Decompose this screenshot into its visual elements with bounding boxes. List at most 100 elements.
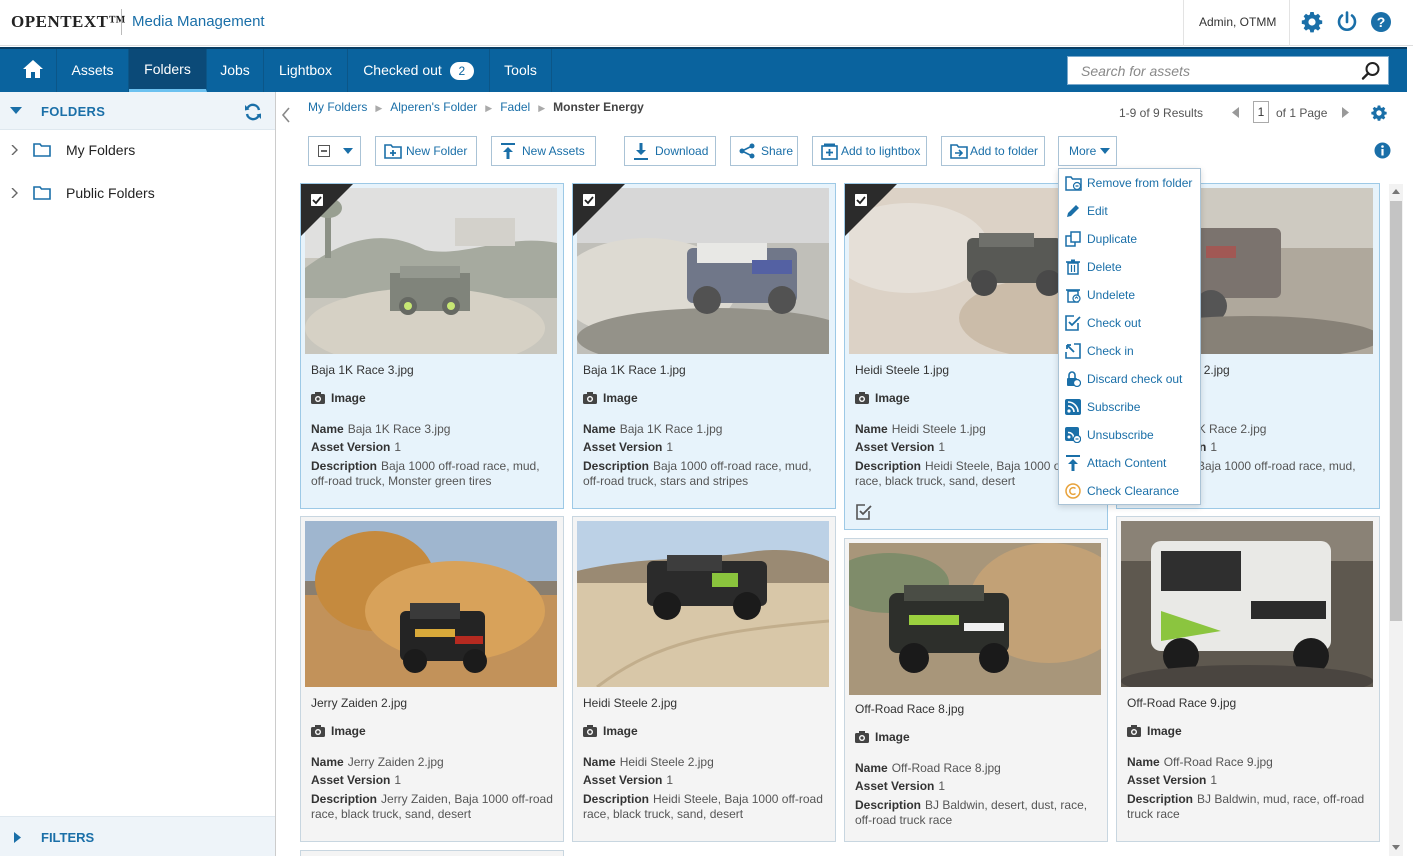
field-value: 1 [666, 440, 674, 454]
menu-item-label: Attach Content [1087, 456, 1167, 470]
folders-panel: FOLDERS My Folders Public Folders FILTER… [0, 92, 276, 856]
expand-arrow-icon[interactable] [11, 145, 18, 155]
nav-tab-assets[interactable]: Assets [57, 49, 129, 92]
download-button[interactable]: Download [624, 136, 716, 166]
asset-card[interactable]: Heidi Steele 2.jpg Image Name Heidi Steel… [572, 516, 836, 842]
info-icon[interactable] [1374, 142, 1391, 159]
asset-title[interactable]: Baja 1K Race 1.jpg [583, 363, 686, 377]
page-number-input[interactable] [1253, 101, 1269, 123]
breadcrumb-fadel[interactable]: Fadel [500, 100, 530, 114]
pencil-icon [1067, 205, 1079, 217]
search-icon[interactable] [1361, 61, 1381, 81]
refresh-icon[interactable] [244, 103, 262, 121]
add-to-lightbox-button[interactable]: Add to lightbox [812, 136, 927, 166]
tree-item-my-folders[interactable]: My Folders [0, 135, 275, 165]
asset-description-field: Description BJ Baldwin, mud, race, off-ro… [1127, 792, 1373, 822]
menu-item-check-out[interactable]: Check out [1059, 309, 1200, 337]
select-dropdown-button[interactable] [308, 136, 361, 166]
asset-thumbnail[interactable] [577, 521, 829, 687]
search-input[interactable] [1068, 57, 1358, 84]
trash-icon [1066, 259, 1080, 275]
help-icon[interactable]: ? [1369, 10, 1393, 34]
view-settings-gear-icon[interactable] [1370, 104, 1388, 122]
settings-gear-icon[interactable] [1300, 10, 1324, 34]
asset-title[interactable]: Jerry Zaiden 2.jpg [311, 696, 407, 710]
selected-checkbox-icon[interactable] [855, 194, 867, 206]
field-label: Asset Version [311, 773, 391, 787]
vertical-scrollbar[interactable] [1389, 184, 1403, 856]
folders-panel-header[interactable]: FOLDERS [0, 92, 275, 130]
nav-tab-tools[interactable]: Tools [490, 49, 552, 92]
menu-item-remove-from-folder[interactable]: Remove from folder [1059, 169, 1200, 197]
menu-item-attach-content[interactable]: Attach Content [1059, 449, 1200, 477]
checked-out-count-badge: 2 [449, 62, 474, 81]
menu-item-check-in[interactable]: Check in [1059, 337, 1200, 365]
nav-tab-checked-out[interactable]: Checked out 2 [348, 49, 490, 92]
asset-title[interactable]: Baja 1K Race 3.jpg [311, 363, 414, 377]
asset-title[interactable]: Heidi Steele 1.jpg [855, 363, 949, 377]
expand-arrow-icon[interactable] [11, 188, 18, 198]
menu-item-delete[interactable]: Delete [1059, 253, 1200, 281]
new-assets-button[interactable]: New Assets [491, 136, 596, 166]
scroll-up-arrow-icon[interactable] [1392, 188, 1400, 194]
expand-caret-icon[interactable] [14, 832, 22, 843]
breadcrumb-alperens-folder[interactable]: Alperen's Folder [390, 100, 477, 114]
asset-thumbnail[interactable] [305, 521, 557, 687]
selected-checkbox-icon[interactable] [583, 194, 595, 206]
asset-card[interactable]: Jerry Zaiden 2.jpg Image Name Jerry Zaide… [300, 516, 564, 842]
tree-item-public-folders[interactable]: Public Folders [0, 178, 275, 208]
nav-tab-lightbox[interactable]: Lightbox [264, 49, 348, 92]
lock-icon [1067, 371, 1081, 387]
menu-item-subscribe[interactable]: Subscribe [1059, 393, 1200, 421]
collapse-panel-chevron-icon[interactable] [281, 107, 291, 123]
more-button[interactable]: More [1058, 136, 1117, 166]
asset-title[interactable]: Heidi Steele 2.jpg [583, 696, 677, 710]
menu-item-duplicate[interactable]: Duplicate [1059, 225, 1200, 253]
asset-thumbnail[interactable] [849, 543, 1101, 695]
nav-tab-jobs[interactable]: Jobs [207, 49, 264, 92]
asset-card[interactable]: Baja 1K Race 1.jpg Image Name Baja 1K Rac… [572, 183, 836, 509]
menu-item-undelete[interactable]: Undelete [1059, 281, 1200, 309]
asset-card[interactable]: Off-Road Race 9.jpg Image Name Off-Road R… [1116, 516, 1380, 842]
field-label: Description [311, 459, 378, 473]
menu-item-check-clearance[interactable]: Check Clearance [1059, 477, 1200, 505]
new-folder-label: New Folder [406, 144, 468, 158]
menu-item-label: Check in [1087, 344, 1134, 358]
asset-title[interactable]: Off-Road Race 8.jpg [855, 702, 964, 716]
selected-checkbox-icon[interactable] [311, 194, 323, 206]
filters-panel-header[interactable]: FILTERS [0, 816, 275, 856]
next-page-icon[interactable] [1342, 107, 1349, 118]
menu-item-discard-check-out[interactable]: Discard check out [1059, 365, 1200, 393]
nav-home-button[interactable] [10, 49, 57, 92]
field-label: Name [311, 422, 344, 436]
field-label: Description [583, 459, 650, 473]
share-button[interactable]: Share [730, 136, 798, 166]
asset-type-label: Image [875, 730, 910, 744]
prev-page-icon[interactable] [1232, 107, 1239, 118]
asset-type: Image [855, 391, 910, 405]
field-label: Name [855, 422, 888, 436]
rss-icon [1065, 399, 1081, 415]
more-actions-menu: Remove from folder Edit Duplicate Delete… [1058, 168, 1201, 505]
power-logout-icon[interactable] [1335, 10, 1359, 34]
new-folder-button[interactable]: New Folder [375, 136, 477, 166]
menu-item-edit[interactable]: Edit [1059, 197, 1200, 225]
nav-tab-folders[interactable]: Folders [129, 49, 207, 92]
asset-card[interactable]: Off-Road Race 8.jpg Image Name Off-Road R… [844, 538, 1108, 842]
asset-title[interactable]: Off-Road Race 9.jpg [1127, 696, 1236, 710]
asset-card[interactable]: Baja 1K Race 3.jpg Image Name Baja 1K Rac… [300, 183, 564, 509]
share-icon [739, 143, 755, 159]
checked-out-status-icon[interactable] [856, 504, 872, 520]
add-to-folder-icon [950, 144, 968, 159]
collapse-caret-icon[interactable] [10, 107, 22, 115]
user-menu[interactable]: Admin, OTMM [1199, 15, 1276, 29]
field-label: Name [583, 755, 616, 769]
scroll-down-arrow-icon[interactable] [1392, 845, 1400, 851]
add-to-folder-button[interactable]: Add to folder [941, 136, 1045, 166]
scrollbar-thumb[interactable] [1390, 201, 1402, 621]
menu-item-unsubscribe[interactable]: Unsubscribe [1059, 421, 1200, 449]
field-value: 1 [1210, 440, 1218, 454]
breadcrumb-my-folders[interactable]: My Folders [308, 100, 367, 114]
asset-type-label: Image [603, 391, 638, 405]
asset-thumbnail[interactable] [1121, 521, 1373, 687]
